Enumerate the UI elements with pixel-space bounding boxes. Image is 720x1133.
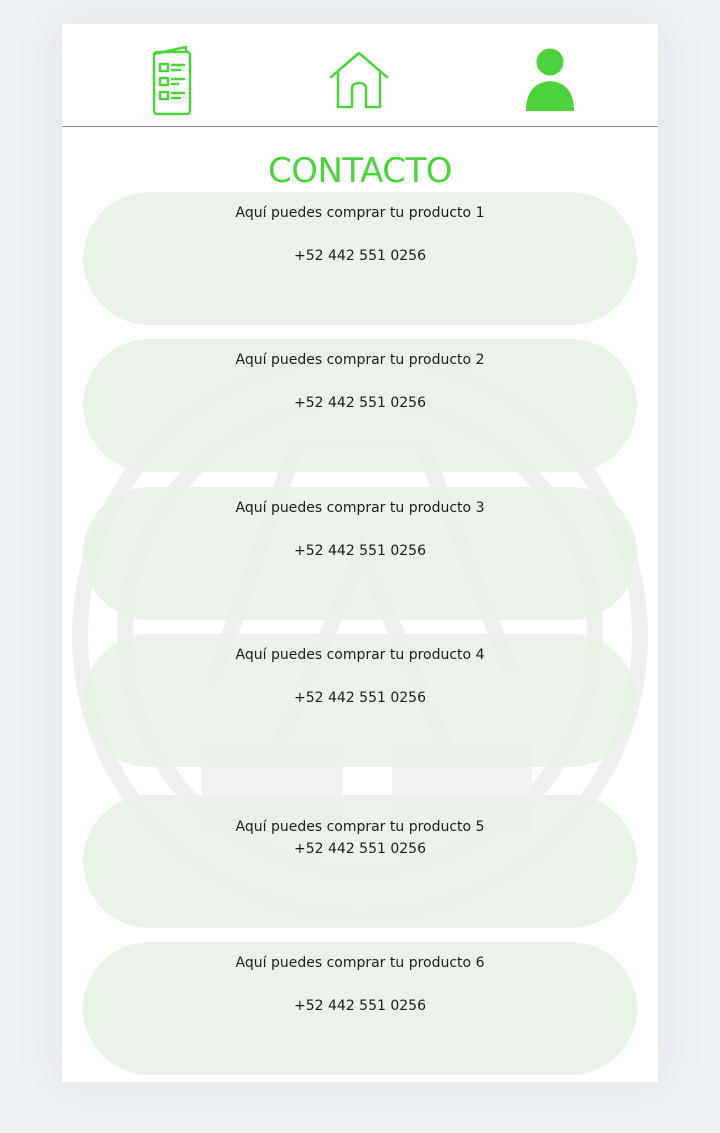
contact-card-2[interactable]: Aquí puedes comprar tu producto 2 +52 44… bbox=[83, 339, 637, 472]
home-icon[interactable] bbox=[324, 44, 394, 116]
contact-card-label: Aquí puedes comprar tu producto 6 bbox=[235, 955, 485, 971]
contact-card-3[interactable]: Aquí puedes comprar tu producto 3 +52 44… bbox=[83, 487, 637, 620]
contact-card-label: Aquí puedes comprar tu producto 4 bbox=[235, 647, 485, 663]
contact-card-4[interactable]: Aquí puedes comprar tu producto 4 +52 44… bbox=[83, 634, 637, 767]
page-title: CONTACTO bbox=[268, 151, 453, 191]
top-navigation-bar bbox=[62, 24, 658, 127]
contact-card-phone[interactable]: +52 442 551 0256 bbox=[83, 394, 637, 412]
contact-card-6[interactable]: Aquí puedes comprar tu producto 6 +52 44… bbox=[83, 942, 637, 1075]
contact-card-5[interactable]: Aquí puedes comprar tu producto 5 +52 44… bbox=[83, 795, 637, 928]
contact-card-phone[interactable]: +52 442 551 0256 bbox=[83, 247, 637, 265]
contact-card-phone[interactable]: +52 442 551 0256 bbox=[83, 997, 637, 1015]
contact-card-1[interactable]: Aquí puedes comprar tu producto 1 +52 44… bbox=[83, 192, 637, 325]
contact-card-label: Aquí puedes comprar tu producto 3 bbox=[235, 500, 485, 516]
contact-card-phone[interactable]: +52 442 551 0256 bbox=[83, 689, 637, 707]
app-screen: CONTACTO Aquí puedes comprar tu producto… bbox=[62, 24, 658, 1082]
contact-card-label: Aquí puedes comprar tu producto 1 bbox=[235, 205, 485, 221]
contact-card-phone[interactable]: +52 442 551 0256 bbox=[83, 542, 637, 560]
contact-card-phone[interactable]: +52 442 551 0256 bbox=[83, 840, 637, 858]
menu-list-icon[interactable] bbox=[137, 44, 207, 116]
contact-card-label: Aquí puedes comprar tu producto 2 bbox=[235, 352, 485, 368]
contact-card-label: Aquí puedes comprar tu producto 5 bbox=[235, 819, 485, 835]
user-profile-icon[interactable] bbox=[515, 44, 585, 116]
